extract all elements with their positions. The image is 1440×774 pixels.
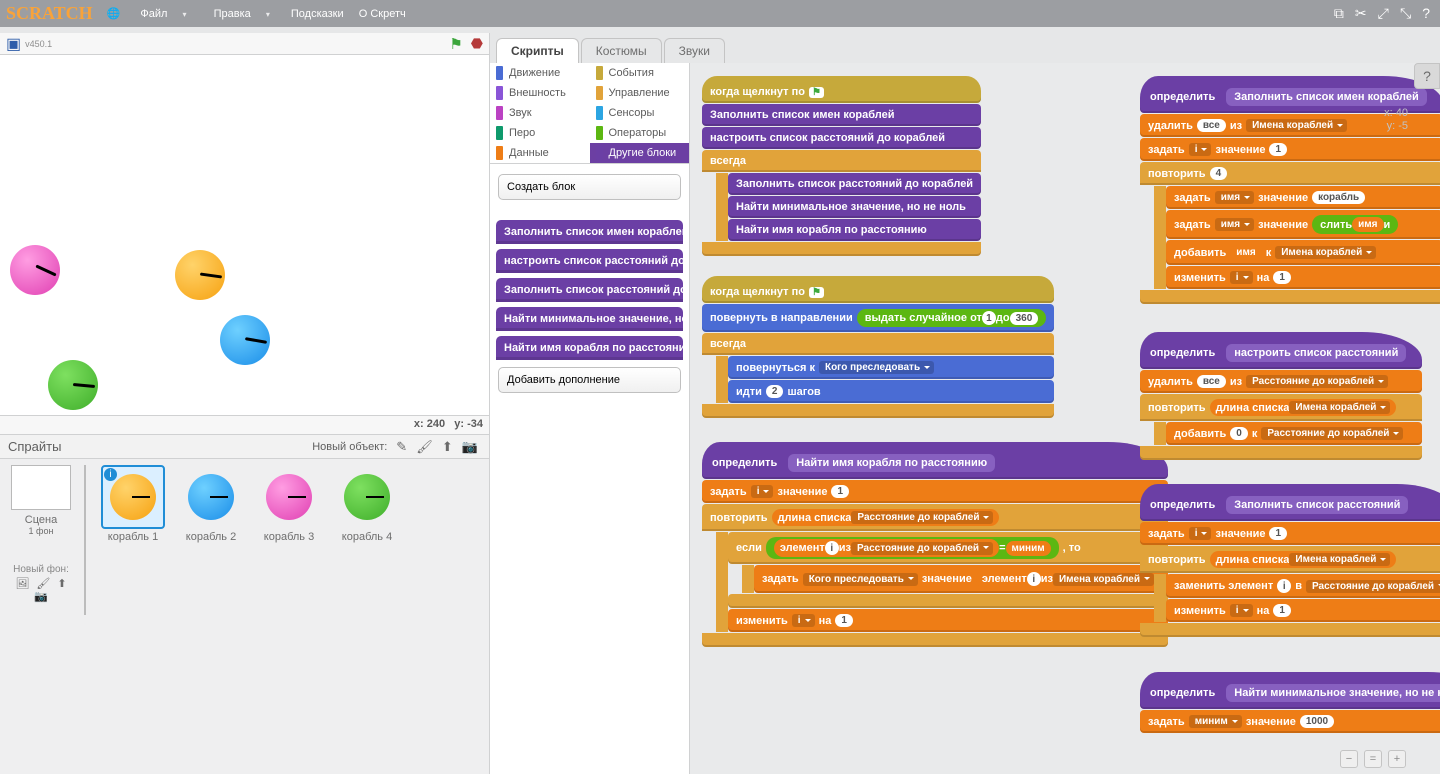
cat-operators[interactable]: Операторы (590, 123, 690, 143)
scratch-logo: SCRATCH (6, 3, 93, 24)
green-flag-icon[interactable]: ⚑ (449, 35, 462, 53)
palette-block[interactable]: Найти имя корабля по расстоянию (496, 336, 683, 360)
make-block-button[interactable]: Создать блок (498, 174, 681, 200)
palette-block[interactable]: Заполнить список имен кораблей (496, 220, 683, 244)
stage-thumbnail[interactable] (11, 465, 71, 510)
canvas-coords: x: 40y: -5 (1384, 107, 1408, 133)
cat-data[interactable]: Данные (490, 143, 590, 163)
sprite-ball-blue[interactable] (220, 315, 270, 365)
cat-more-blocks[interactable]: Другие блоки (590, 143, 690, 163)
stage-label: Сцена (6, 514, 76, 526)
tab-sounds[interactable]: Звуки (664, 38, 725, 63)
sprite-thumb-4[interactable]: корабль 4 (328, 465, 406, 543)
sprite-thumb-2[interactable]: корабль 2 (172, 465, 250, 543)
tool-grow-icon[interactable]: ⤢ (1378, 5, 1389, 21)
tool-cut-icon[interactable]: ✂ (1355, 5, 1367, 21)
sprite-ball-pink[interactable] (10, 245, 60, 295)
globe-icon[interactable]: 🌐 (107, 7, 121, 20)
script-5[interactable]: определить настроить список расстояний у… (1140, 331, 1422, 460)
sprite-ball-green[interactable] (48, 360, 98, 410)
menu-file[interactable]: Файл ▾ (134, 8, 192, 20)
new-sprite-label: Новый объект: (312, 441, 387, 453)
palette-block[interactable]: Найти минимальное значение, но н (496, 307, 683, 331)
menubar: SCRATCH 🌐 Файл ▾ Правка ▾ Подсказки О Ск… (0, 0, 1440, 27)
cat-pen[interactable]: Перо (490, 123, 590, 143)
tool-shrink-icon[interactable]: ⤡ (1400, 5, 1411, 21)
tool-help-icon[interactable]: ? (1422, 5, 1430, 21)
new-sprite-camera-icon[interactable]: 📷 (462, 439, 478, 454)
bg-paint-icon[interactable]: 🖌 (36, 578, 50, 590)
add-extension-button[interactable]: Добавить дополнение (498, 367, 681, 393)
tab-bar: Скрипты Костюмы Звуки (490, 33, 1440, 63)
tab-costumes[interactable]: Костюмы (581, 38, 662, 63)
script-1[interactable]: когда щелкнут по ⚑ Заполнить список имен… (702, 75, 981, 256)
backdrop-count: 1 фон (6, 526, 76, 536)
zoom-in-icon[interactable]: + (1388, 750, 1406, 768)
cat-sensing[interactable]: Сенсоры (590, 103, 690, 123)
stop-icon[interactable]: ⬣ (471, 35, 483, 52)
help-panel-toggle-icon[interactable]: ? (1414, 63, 1440, 89)
green-flag-icon: ⚑ (809, 87, 824, 98)
zoom-controls: − = + (1340, 750, 1406, 768)
fullscreen-icon[interactable]: ▣ (6, 34, 21, 54)
cat-control[interactable]: Управление (590, 83, 690, 103)
cat-motion[interactable]: Движение (490, 63, 590, 83)
new-backdrop-label: Новый фон: (6, 564, 76, 575)
green-flag-icon: ⚑ (809, 287, 824, 298)
bg-upload-icon[interactable]: ⬆ (57, 578, 66, 590)
sprite-info-icon[interactable]: i (104, 468, 117, 481)
script-3[interactable]: определить Найти имя корабля по расстоян… (702, 441, 1168, 647)
sprite-thumb-3[interactable]: корабль 3 (250, 465, 328, 543)
tool-stamp-icon[interactable]: ⧉ (1334, 5, 1344, 21)
stage[interactable] (0, 55, 489, 415)
script-6[interactable]: определить Заполнить список расстояний з… (1140, 483, 1440, 637)
menu-about[interactable]: О Скретч (359, 8, 406, 20)
cat-looks[interactable]: Внешность (490, 83, 590, 103)
tab-scripts[interactable]: Скрипты (496, 38, 579, 63)
bg-camera-icon[interactable]: 📷 (34, 591, 48, 603)
script-7[interactable]: определить Найти минимальное значение, н… (1140, 671, 1440, 733)
sprites-label: Спрайты (8, 439, 61, 454)
zoom-reset-icon[interactable]: = (1364, 750, 1382, 768)
menu-tips[interactable]: Подсказки (291, 8, 344, 20)
cat-sound[interactable]: Звук (490, 103, 590, 123)
palette-block[interactable]: настроить список расстояний до ко (496, 249, 683, 273)
new-sprite-paint-icon[interactable]: 🖌 (416, 439, 433, 454)
zoom-out-icon[interactable]: − (1340, 750, 1358, 768)
new-sprite-upload-icon[interactable]: ⬆ (442, 439, 453, 454)
stage-coords: x: 240 y: -34 (0, 415, 489, 435)
sprite-ball-orange[interactable] (175, 250, 225, 300)
script-canvas[interactable]: когда щелкнут по ⚑ Заполнить список имен… (690, 63, 1440, 774)
bg-library-icon[interactable]: 🖼 (15, 578, 29, 590)
palette-block[interactable]: Заполнить список расстояний до ко (496, 278, 683, 302)
version-label: v450.1 (25, 39, 52, 49)
sprite-panel-header: Спрайты Новый объект: ✎ 🖌 ⬆ 📷 (0, 435, 489, 459)
new-sprite-library-icon[interactable]: ✎ (396, 439, 407, 454)
menu-edit[interactable]: Правка ▾ (208, 8, 276, 20)
sprite-thumb-1[interactable]: i корабль 1 (94, 465, 172, 543)
stage-header: ▣ v450.1 ⚑ ⬣ (0, 33, 489, 55)
cat-events[interactable]: События (590, 63, 690, 83)
script-2[interactable]: когда щелкнут по ⚑ повернуть в направлен… (702, 275, 1054, 418)
